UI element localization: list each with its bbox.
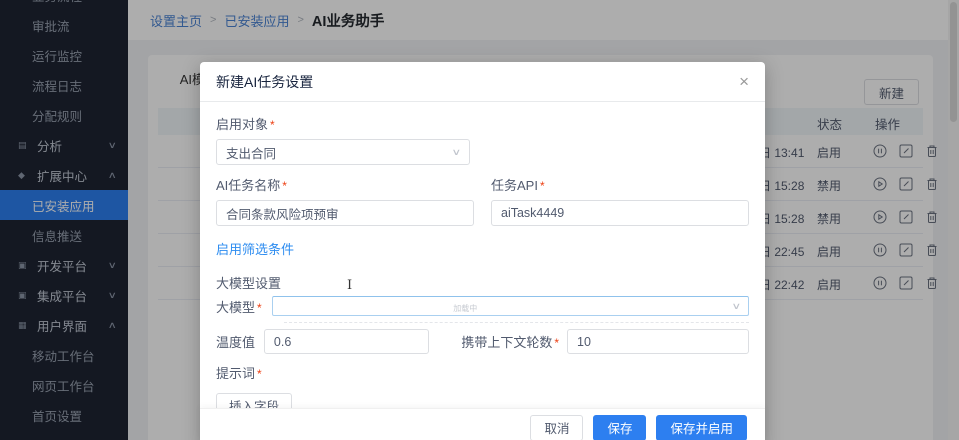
cancel-button[interactable]: 取消 (530, 415, 583, 440)
modal-body: 启用对象* 支出合同 ∨ AI任务名称* 任务API* 启用筛选条件 大模型设置 (200, 102, 765, 408)
prompt-label: 提示词* (216, 363, 749, 382)
required-asterisk: * (540, 179, 545, 193)
enable-object-value: 支出合同 (226, 143, 276, 162)
context-rounds-input[interactable] (577, 335, 739, 349)
modal-footer: 取消 保存 保存并启用 (200, 408, 765, 440)
field-label-text: 提示词 (216, 366, 255, 381)
model-label: 大模型* (216, 297, 262, 316)
context-rounds-label: 携带上下文轮数* (461, 332, 559, 351)
insert-field-button[interactable]: 插入字段 (216, 393, 292, 408)
task-name-input[interactable] (226, 206, 464, 220)
task-api-input[interactable] (501, 206, 739, 220)
model-select[interactable]: 加载中 ∨ (272, 296, 749, 316)
dropdown-panel-edge (284, 322, 749, 323)
modal-title: 新建AI任务设置 (216, 72, 313, 92)
required-asterisk: * (282, 179, 287, 193)
field-label-text: 大模型 (216, 300, 255, 315)
chevron-down-icon: ∨ (452, 147, 462, 158)
enable-object-select[interactable]: 支出合同 ∨ (216, 139, 470, 165)
new-ai-task-modal: 新建AI任务设置 × 启用对象* 支出合同 ∨ AI任务名称* 任务API* (200, 62, 765, 440)
select-loading-text: 加载中 (453, 303, 477, 314)
field-label-text: AI任务名称 (216, 178, 280, 193)
save-and-enable-button[interactable]: 保存并启用 (656, 415, 747, 440)
temperature-input[interactable] (274, 335, 419, 349)
required-asterisk: * (270, 118, 275, 132)
enable-object-label: 启用对象* (216, 114, 749, 133)
field-label-text: 任务API (491, 178, 538, 193)
field-label-text: 携带上下文轮数 (461, 335, 552, 350)
close-icon[interactable]: × (739, 73, 749, 90)
task-name-label: AI任务名称* (216, 175, 474, 194)
field-label-text: 启用对象 (216, 117, 268, 132)
model-settings-section-label: 大模型设置 (216, 273, 749, 292)
required-asterisk: * (554, 336, 559, 350)
enable-filter-link[interactable]: 启用筛选条件 (216, 239, 749, 258)
modal-header: 新建AI任务设置 × (200, 62, 765, 102)
chevron-down-icon: ∨ (732, 301, 742, 312)
required-asterisk: * (257, 367, 262, 381)
save-button[interactable]: 保存 (593, 415, 646, 440)
temperature-label: 温度值 (216, 332, 264, 351)
required-asterisk: * (257, 301, 262, 315)
task-api-label: 任务API* (491, 175, 749, 194)
